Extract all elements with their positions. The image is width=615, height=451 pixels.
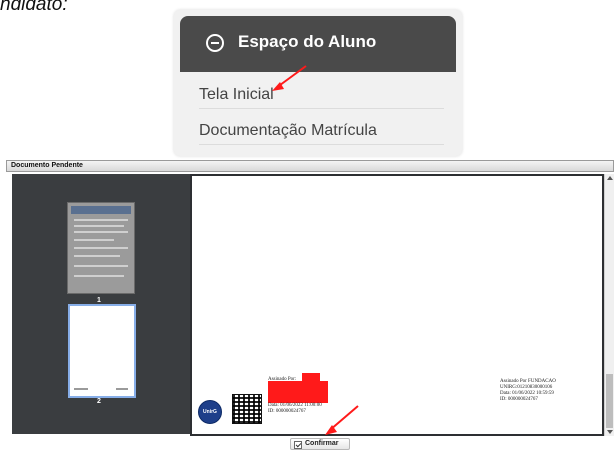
page-thumbnail-2[interactable] <box>68 304 136 398</box>
scrollbar-thumb[interactable] <box>606 374 613 428</box>
caption-text: ndidato: <box>0 0 68 15</box>
unirg-seal-icon: UnirG <box>198 400 222 424</box>
qr-code-icon <box>232 394 262 424</box>
page-thumbnail-1[interactable] <box>67 202 135 294</box>
viewer-title: Documento Pendente <box>11 162 83 169</box>
vertical-scrollbar[interactable] <box>604 174 614 436</box>
thumbnail-page-number: 1 <box>97 297 101 304</box>
document-viewer: Documento Pendente 1 2 UnirG Assinado Po… <box>6 160 614 450</box>
menu-title: Espaço do Aluno <box>238 32 377 51</box>
collapse-icon[interactable] <box>206 34 224 52</box>
scroll-down-icon[interactable] <box>607 430 613 434</box>
viewer-title-bar: Documento Pendente <box>6 160 614 172</box>
document-page: UnirG Assinado Por: Data: 01/06/2022 11:… <box>190 174 604 436</box>
signature-left-id: ID: 000000024767 <box>268 409 306 414</box>
scroll-up-icon[interactable] <box>607 176 613 180</box>
student-menu: Espaço do Aluno Tela Inicial Documentaçã… <box>174 10 462 156</box>
thumbnail-page-number: 2 <box>97 398 101 405</box>
check-icon <box>294 440 302 449</box>
thumbnail-panel: 1 2 <box>12 174 190 434</box>
confirm-label: Confirmar <box>305 440 339 447</box>
menu-divider <box>199 144 444 145</box>
signature-right-id: ID: 000000024767 <box>500 397 538 402</box>
menu-item-documentacao-matricula[interactable]: Documentação Matrícula <box>199 122 377 140</box>
redaction-mark <box>268 381 328 403</box>
menu-divider <box>199 108 444 109</box>
annotation-arrow-icon <box>272 65 307 91</box>
seal-label: UnirG <box>203 409 217 415</box>
annotation-arrow-icon <box>325 405 359 435</box>
menu-header[interactable]: Espaço do Aluno <box>180 16 456 72</box>
confirm-button[interactable]: Confirmar <box>290 438 350 450</box>
menu-item-tela-inicial[interactable]: Tela Inicial <box>199 86 274 104</box>
